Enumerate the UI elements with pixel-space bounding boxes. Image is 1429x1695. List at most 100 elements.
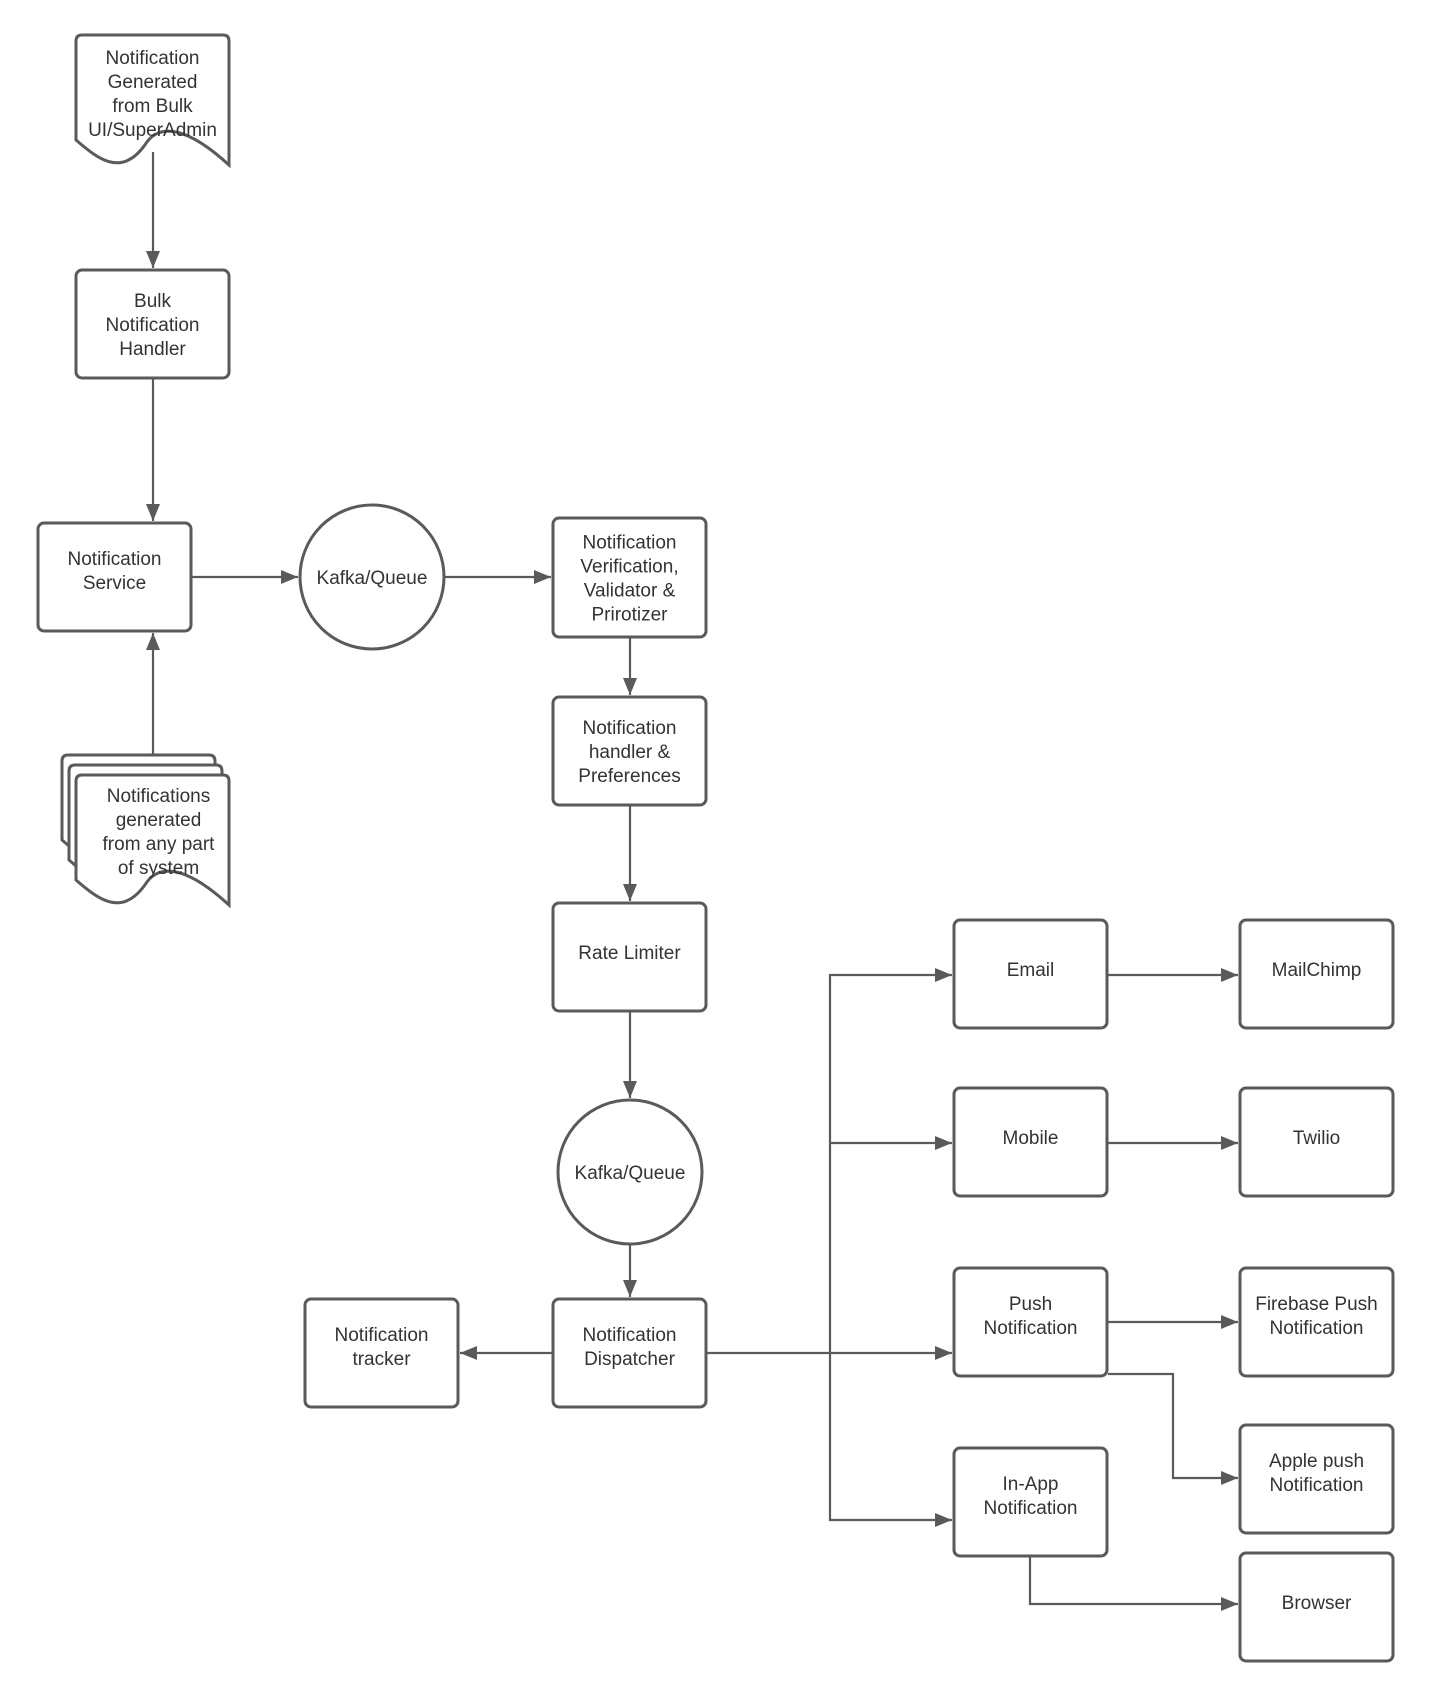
edge-dispatcher-to-email — [707, 968, 952, 1355]
connector-line — [828, 1353, 952, 1522]
node-queue-2[interactable]: Kafka/Queue — [556, 1098, 704, 1246]
node-label-line: Preferences — [578, 766, 680, 787]
node-label-line: of system — [118, 858, 199, 879]
node-label-line: Prirotizer — [591, 605, 668, 626]
arrowhead-icon — [1221, 1471, 1238, 1485]
node-label-line: Kafka/Queue — [317, 568, 428, 589]
edge-dispatcher-to-mobile — [830, 1136, 952, 1150]
arrowhead-icon — [281, 570, 298, 584]
nodes-layer: Notification Generated from Bulk UI/SuperAd… — [36, 33, 1395, 1663]
arrowhead-icon — [146, 251, 160, 268]
arrowhead-icon — [935, 1346, 952, 1360]
node-label-line: In-App — [1003, 1474, 1059, 1495]
node-bulk-handler[interactable]: Bulk Notification Handler — [74, 268, 231, 380]
connector-line — [707, 973, 952, 1355]
arrowhead-icon — [146, 504, 160, 521]
node-mobile[interactable]: Mobile — [952, 1086, 1109, 1198]
node-inapp[interactable]: In-App Notification — [952, 1446, 1109, 1558]
node-tracker[interactable]: Notification tracker — [303, 1297, 460, 1409]
arrowhead-icon — [623, 1081, 637, 1098]
arrowhead-icon — [623, 1280, 637, 1297]
arrowhead-icon — [623, 678, 637, 695]
node-email[interactable]: Email — [952, 918, 1109, 1030]
arrowhead-icon — [1221, 968, 1238, 982]
edge-dispatcher-to-inapp — [828, 1353, 952, 1527]
node-twilio[interactable]: Twilio — [1238, 1086, 1395, 1198]
edge-mobile-to-twilio — [1108, 1136, 1238, 1150]
arrowhead-icon — [460, 1346, 477, 1360]
arrowhead-icon — [623, 884, 637, 901]
connector-line — [1108, 1372, 1238, 1480]
node-label-line: Browser — [1282, 1593, 1352, 1614]
node-label-line: Notification — [68, 549, 162, 570]
node-label-line: Notification — [106, 315, 200, 336]
node-label-line: Bulk — [134, 291, 171, 312]
node-label-line: Dispatcher — [584, 1349, 675, 1370]
node-label-line: Notification — [583, 718, 677, 739]
arrowhead-icon — [1221, 1315, 1238, 1329]
node-label-line: Push — [1009, 1294, 1052, 1315]
arrowhead-icon — [146, 633, 160, 650]
node-label-line: Firebase Push — [1255, 1294, 1378, 1315]
node-label-line: Notification — [1270, 1475, 1364, 1496]
node-label-line: UI/SuperAdmin — [88, 120, 217, 141]
edge-bulk-source-to-bulk-handler — [146, 152, 160, 268]
edge-email-to-mailchimp — [1108, 968, 1238, 982]
node-label-line: Apple push — [1269, 1451, 1364, 1472]
edge-validator-to-handler-prefs — [623, 638, 637, 695]
node-label-line: Twilio — [1293, 1128, 1341, 1149]
arrowhead-icon — [935, 1513, 952, 1527]
node-label-line: Notification — [984, 1318, 1078, 1339]
node-system-sources[interactable]: Notifications generated from any part of sy… — [60, 753, 231, 909]
node-label-line: Email — [1007, 960, 1055, 981]
connector-line — [1028, 1557, 1238, 1606]
node-browser[interactable]: Browser — [1238, 1551, 1395, 1663]
node-label-line: tracker — [352, 1349, 411, 1370]
edge-bulk-handler-to-notification-service — [146, 379, 160, 521]
node-handler-prefs[interactable]: Notification handler & Preferences — [551, 695, 708, 807]
node-push[interactable]: Push Notification — [952, 1266, 1109, 1378]
node-label-line: MailChimp — [1272, 960, 1362, 981]
node-label-line: Notification — [335, 1325, 429, 1346]
node-bulk-source[interactable]: Notification Generated from Bulk UI/SuperAd… — [74, 33, 231, 169]
node-rate-limiter[interactable]: Rate Limiter — [551, 901, 708, 1013]
node-label-line: Notification — [583, 1325, 677, 1346]
node-queue-1[interactable]: Kafka/Queue — [298, 503, 446, 651]
node-label-line: handler & — [589, 742, 671, 763]
node-label-line: Service — [83, 573, 146, 594]
node-label-line: Handler — [119, 339, 186, 360]
node-label-line: Notification — [583, 533, 677, 554]
node-notification-service[interactable]: Notification Service — [36, 521, 193, 633]
edge-handler-prefs-to-rate-limiter — [623, 806, 637, 901]
node-label-line: Rate Limiter — [578, 943, 681, 964]
edge-queue-1-to-validator — [445, 570, 551, 584]
node-label-line: Notification — [106, 48, 200, 69]
edge-notification-service-to-queue-1 — [192, 570, 298, 584]
edge-push-to-apple — [1108, 1372, 1238, 1485]
arrowhead-icon — [534, 570, 551, 584]
arrowhead-icon — [1221, 1136, 1238, 1150]
node-label-line: Kafka/Queue — [575, 1163, 686, 1184]
node-label-line: Validator & — [584, 581, 676, 602]
node-label-line: from Bulk — [112, 96, 193, 117]
node-label-line: Notification — [1270, 1318, 1364, 1339]
node-dispatcher[interactable]: Notification Dispatcher — [551, 1297, 708, 1409]
edge-rate-limiter-to-queue-2 — [623, 1012, 637, 1098]
edge-queue-2-to-dispatcher — [623, 1245, 637, 1297]
edge-dispatcher-to-push — [830, 1346, 952, 1360]
node-validator[interactable]: Notification Verification, Validator & Prir… — [551, 516, 708, 639]
node-mailchimp[interactable]: MailChimp — [1238, 918, 1395, 1030]
node-apple[interactable]: Apple push Notification — [1238, 1423, 1395, 1535]
node-label-line: Notifications — [107, 786, 211, 807]
edge-dispatcher-to-tracker — [460, 1346, 552, 1360]
notification-architecture-diagram: Notification Generated from Bulk UI/SuperAd… — [36, 33, 1395, 1663]
node-firebase[interactable]: Firebase Push Notification — [1238, 1266, 1395, 1378]
node-label-line: from any part — [103, 834, 216, 855]
edge-system-sources-to-notification-service — [146, 633, 160, 755]
arrowhead-icon — [935, 1136, 952, 1150]
node-label-line: Notification — [984, 1498, 1078, 1519]
arrowhead-icon — [1221, 1597, 1238, 1611]
node-label-line: Generated — [108, 72, 198, 93]
arrowhead-icon — [935, 968, 952, 982]
edge-inapp-to-browser — [1028, 1557, 1238, 1611]
